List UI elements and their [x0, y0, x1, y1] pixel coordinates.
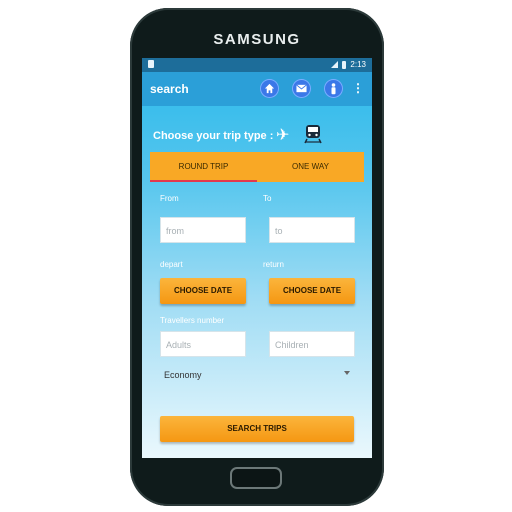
tab-round-trip[interactable]: ROUND TRIP — [150, 152, 257, 182]
airplane-icon[interactable]: ✈ — [276, 125, 289, 145]
tab-one-way[interactable]: ONE WAY — [257, 152, 364, 182]
depart-date-button[interactable]: CHOOSE DATE — [160, 278, 246, 304]
to-label: To — [263, 194, 272, 203]
signal-icon — [331, 61, 339, 68]
device-brand: SAMSUNG — [213, 31, 301, 48]
trip-tabs: ROUND TRIP ONE WAY — [150, 152, 364, 182]
app-bar: search ⋮ — [142, 72, 372, 106]
return-label: return — [263, 260, 284, 269]
search-trips-button[interactable]: SEARCH TRIPS — [160, 416, 354, 442]
train-icon[interactable] — [304, 124, 322, 144]
person-icon[interactable] — [324, 79, 343, 98]
status-bar: 2:13 — [142, 58, 372, 72]
to-input[interactable]: to — [269, 217, 355, 243]
overflow-menu-icon[interactable]: ⋮ — [352, 82, 364, 94]
mail-icon[interactable] — [292, 79, 311, 98]
status-time: 2:13 — [350, 60, 366, 69]
home-icon[interactable] — [260, 79, 279, 98]
battery-icon — [342, 60, 347, 69]
app-bar-title: search — [150, 82, 189, 96]
adults-input[interactable]: Adults — [160, 331, 246, 357]
chevron-down-icon — [344, 371, 350, 375]
phone-frame: SAMSUNG 2:13 search ⋮ Choose your trip t… — [130, 8, 384, 506]
depart-label: depart — [160, 260, 183, 269]
class-select[interactable]: Economy — [158, 366, 354, 386]
trip-type-title: Choose your trip type : — [153, 130, 274, 142]
travellers-label: Travellers number — [160, 316, 225, 325]
from-input[interactable]: from — [160, 217, 246, 243]
children-input[interactable]: Children — [269, 331, 355, 357]
sd-card-icon — [148, 60, 154, 68]
from-label: From — [160, 194, 179, 203]
status-icons: 2:13 — [331, 60, 366, 69]
class-select-value: Economy — [164, 370, 202, 380]
return-date-button[interactable]: CHOOSE DATE — [269, 278, 355, 304]
app-screen: 2:13 search ⋮ Choose your trip type: ✈ … — [142, 58, 372, 458]
device-home-button[interactable] — [230, 467, 282, 489]
